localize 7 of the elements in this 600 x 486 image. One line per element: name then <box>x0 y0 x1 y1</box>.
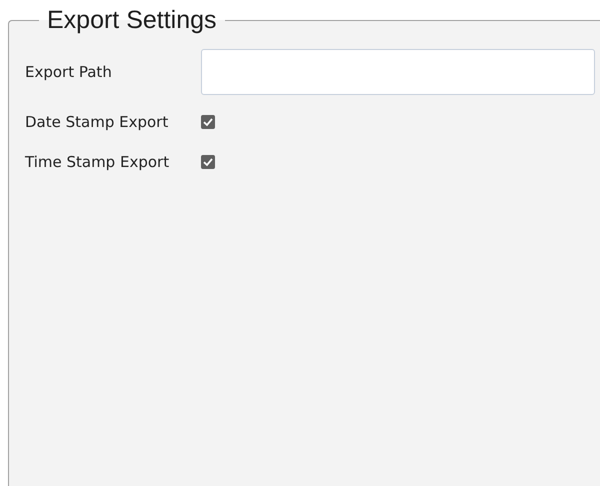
checkbox[interactable] <box>201 155 215 169</box>
checkbox-label: Time Stamp Export <box>25 153 170 171</box>
checkbox[interactable] <box>201 115 215 129</box>
field-label: Export Path <box>25 63 113 81</box>
checkbox-label: Date Stamp Export <box>25 113 170 131</box>
export-path-field[interactable] <box>201 49 595 95</box>
group-title: Export Settings <box>46 6 218 35</box>
